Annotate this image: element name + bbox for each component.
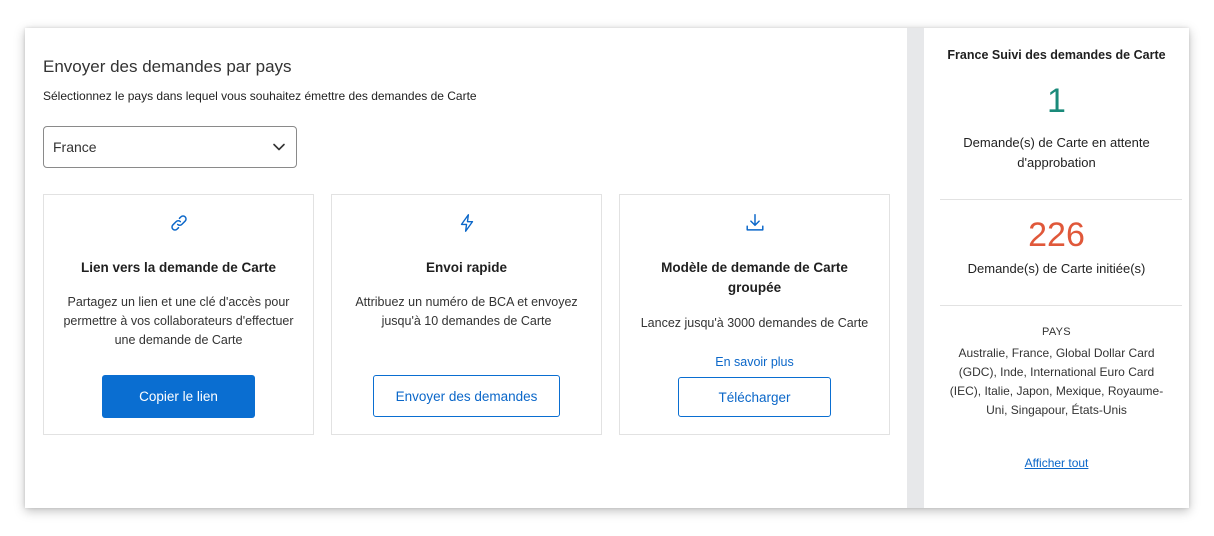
card-description: Lancez jusqu'à 3000 demandes de Carte — [640, 316, 869, 330]
lightning-icon — [460, 214, 473, 232]
card-link: Lien vers la demande de Carte Partagez u… — [43, 194, 314, 435]
card-quick-send: Envoi rapide Attribuez un numéro de BCA … — [331, 194, 602, 435]
pending-count: 1 — [1047, 82, 1066, 120]
page-subtitle: Sélectionnez le pays dans lequel vous so… — [43, 89, 477, 103]
initiated-label: Demande(s) de Carte initiée(s) — [967, 261, 1146, 276]
card-title: Envoi rapide — [425, 260, 508, 275]
card-title: Lien vers la demande de Carte — [80, 260, 277, 275]
download-button[interactable]: Télécharger — [678, 377, 831, 417]
download-icon — [745, 214, 764, 231]
countries-heading: PAYS — [1042, 326, 1071, 338]
card-bulk-template: Modèle de demande de Carte groupée Lance… — [619, 194, 890, 435]
chevron-down-icon — [273, 143, 285, 151]
card-description: Attribuez un numéro de BCA et envoyez ju… — [355, 295, 578, 328]
copy-link-button[interactable]: Copier le lien — [102, 375, 255, 418]
pending-label: Demande(s) de Carte en attente d'approba… — [963, 135, 1150, 170]
divider — [940, 305, 1182, 306]
country-select[interactable]: France — [43, 126, 297, 168]
countries-list: Australie, France, Global Dollar Card (G… — [949, 346, 1164, 417]
card-description: Partagez un lien et une clé d'accès pour… — [63, 295, 294, 347]
show-all-link[interactable]: Afficher tout — [924, 456, 1189, 470]
sidebar: France Suivi des demandes de Carte 1 Dem… — [924, 28, 1189, 508]
country-select-value: France — [53, 139, 97, 155]
main-panel: Envoyer des demandes par pays Sélectionn… — [25, 28, 907, 508]
initiated-count: 226 — [1028, 216, 1085, 254]
learn-more-link[interactable]: En savoir plus — [715, 355, 794, 369]
send-requests-button[interactable]: Envoyer des demandes — [373, 375, 560, 417]
link-icon — [170, 215, 187, 231]
divider — [940, 199, 1182, 200]
sidebar-title: France Suivi des demandes de Carte — [947, 48, 1166, 62]
page-title: Envoyer des demandes par pays — [43, 57, 292, 76]
panel-gutter — [907, 28, 924, 508]
card-title: Modèle de demande de Carte groupée — [661, 260, 848, 295]
app-frame: Envoyer des demandes par pays Sélectionn… — [25, 28, 1189, 508]
